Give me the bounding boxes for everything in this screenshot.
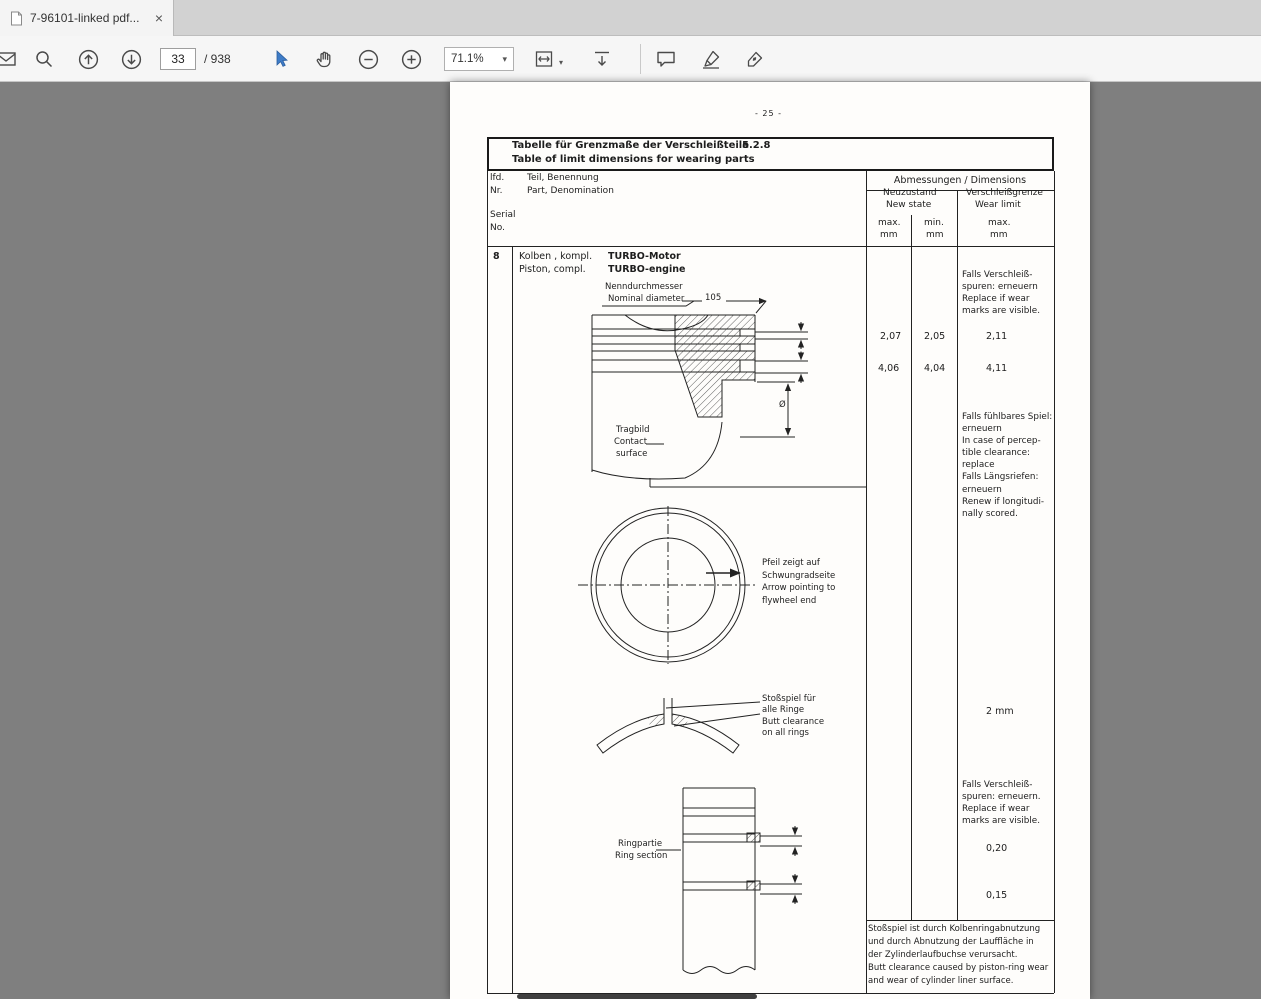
value-row1-min: 2,05 bbox=[924, 331, 945, 342]
label-surface: surface bbox=[616, 449, 647, 460]
table-section-number: 5.2.8 bbox=[742, 140, 770, 151]
zoom-level-select[interactable]: 71.1% ▾ bbox=[444, 47, 514, 71]
label-arrow-flywheel: Pfeil zeigt aufSchwungradseiteArrow poin… bbox=[762, 557, 835, 607]
row-engine-de: TURBO-Motor bbox=[608, 251, 681, 262]
pdf-page: - 25 - Tabelle für Grenzmaße der Verschl… bbox=[450, 82, 1090, 999]
tab-bar: 7-96101-linked pdf... × bbox=[0, 0, 1261, 36]
header-new-state: New state bbox=[886, 200, 931, 211]
value-row2-min: 4,04 bbox=[924, 363, 945, 374]
document-tab[interactable]: 7-96101-linked pdf... × bbox=[0, 0, 174, 36]
header-nr: Nr. bbox=[490, 186, 502, 197]
zoom-in-button[interactable] bbox=[397, 45, 425, 73]
ring-gap-drawing bbox=[597, 698, 760, 753]
fit-width-chevron-icon[interactable]: ▾ bbox=[559, 58, 563, 67]
chevron-down-icon: ▾ bbox=[502, 54, 507, 65]
value-row1-wear: 2,11 bbox=[986, 331, 1007, 342]
fill-sign-icon[interactable] bbox=[741, 45, 769, 73]
header-teil: Teil, Benennung bbox=[527, 173, 599, 184]
header-part: Part, Denomination bbox=[527, 186, 614, 197]
label-contact: Contact bbox=[614, 437, 647, 448]
page-number: - 25 - bbox=[755, 108, 782, 119]
row-engine-en: TURBO-engine bbox=[608, 264, 685, 275]
table-line bbox=[911, 215, 912, 920]
piston-top-view-drawing bbox=[578, 506, 758, 664]
ring-section-drawing bbox=[656, 788, 802, 974]
value-row2-wear: 4,11 bbox=[986, 363, 1007, 374]
hand-tool-icon[interactable] bbox=[310, 45, 338, 73]
header-max2: max. bbox=[988, 218, 1010, 229]
next-page-button[interactable] bbox=[117, 45, 145, 73]
header-no: No. bbox=[490, 223, 505, 234]
comment-icon[interactable] bbox=[652, 45, 680, 73]
note-clearance: Falls fühlbares Spiel:erneuernIn case of… bbox=[962, 411, 1052, 520]
note-wear-bottom: Falls Verschleiß-spuren: erneuern.Replac… bbox=[962, 779, 1041, 827]
label-dim-105: 105 bbox=[705, 293, 721, 304]
table-line bbox=[487, 246, 1054, 247]
highlight-icon[interactable] bbox=[697, 45, 725, 73]
header-mm1: mm bbox=[880, 230, 898, 241]
value-row1-max: 2,07 bbox=[880, 331, 901, 342]
header-serial: Serial bbox=[490, 210, 515, 221]
table-title-de: Tabelle für Grenzmaße der Verschleißteil… bbox=[512, 140, 749, 151]
row-part-de: Kolben , kompl. bbox=[519, 251, 592, 262]
table-line bbox=[866, 171, 867, 993]
table-line bbox=[866, 920, 1054, 921]
pdf-file-icon bbox=[10, 11, 23, 26]
zoom-out-button[interactable] bbox=[354, 45, 382, 73]
header-dimensions: Abmessungen / Dimensions bbox=[866, 175, 1054, 186]
value-ring1-wear: 0,20 bbox=[986, 843, 1007, 854]
table-line bbox=[1054, 171, 1055, 993]
header-min1: min. bbox=[924, 218, 944, 229]
zoom-marquee-icon[interactable] bbox=[30, 45, 58, 73]
toolbar: / 938 71.1% ▾ ▾ bbox=[0, 36, 1261, 82]
header-mm3: mm bbox=[990, 230, 1008, 241]
note-wear-top: Falls Verschleiß-spuren: erneuernReplace… bbox=[962, 269, 1040, 317]
table-title-en: Table of limit dimensions for wearing pa… bbox=[512, 154, 755, 165]
header-max1: max. bbox=[878, 218, 900, 229]
table-line bbox=[512, 246, 513, 993]
zoom-level-value: 71.1% bbox=[451, 53, 484, 65]
table-line bbox=[957, 190, 958, 920]
label-ringpartie: Ringpartie bbox=[618, 839, 662, 850]
header-wear-limit: Wear limit bbox=[975, 200, 1021, 211]
label-tragbild: Tragbild bbox=[616, 425, 650, 436]
horizontal-scrollbar-thumb[interactable] bbox=[517, 994, 757, 999]
header-neuzustand: Neuzustand bbox=[883, 188, 937, 199]
value-ring2-wear: 0,15 bbox=[986, 890, 1007, 901]
label-nominal-de: Nenndurchmesser bbox=[605, 282, 683, 293]
header-mm2: mm bbox=[926, 230, 944, 241]
table-line bbox=[487, 171, 488, 993]
toolbar-divider bbox=[640, 44, 641, 74]
scrolling-mode-icon[interactable] bbox=[588, 45, 616, 73]
note-footer: Stoßspiel ist durch Kolbenringabnutzungu… bbox=[868, 923, 1052, 988]
header-lfd: lfd. bbox=[490, 173, 504, 184]
email-icon[interactable] bbox=[0, 45, 20, 73]
page-total-label: / 938 bbox=[204, 52, 231, 66]
tab-title: 7-96101-linked pdf... bbox=[30, 11, 149, 25]
header-verschleissgrenze: Verschleißgrenze bbox=[966, 188, 1043, 199]
label-diameter-symbol: Ø bbox=[779, 400, 786, 411]
label-nominal-en: Nominal diameter bbox=[608, 294, 684, 305]
page-number-input[interactable] bbox=[160, 48, 196, 70]
tab-close-icon[interactable]: × bbox=[155, 11, 163, 25]
row-part-en: Piston, compl. bbox=[519, 264, 586, 275]
label-ring-section: Ring section bbox=[615, 851, 667, 862]
label-butt-clearance: Stoßspiel füralle RingeButt clearanceon … bbox=[762, 694, 824, 739]
value-row2-max: 4,06 bbox=[878, 363, 899, 374]
previous-page-button[interactable] bbox=[74, 45, 102, 73]
fit-width-icon[interactable] bbox=[530, 45, 558, 73]
select-tool-icon[interactable] bbox=[267, 45, 295, 73]
value-butt-clearance: 2 mm bbox=[986, 706, 1014, 717]
row-serial: 8 bbox=[493, 251, 500, 262]
